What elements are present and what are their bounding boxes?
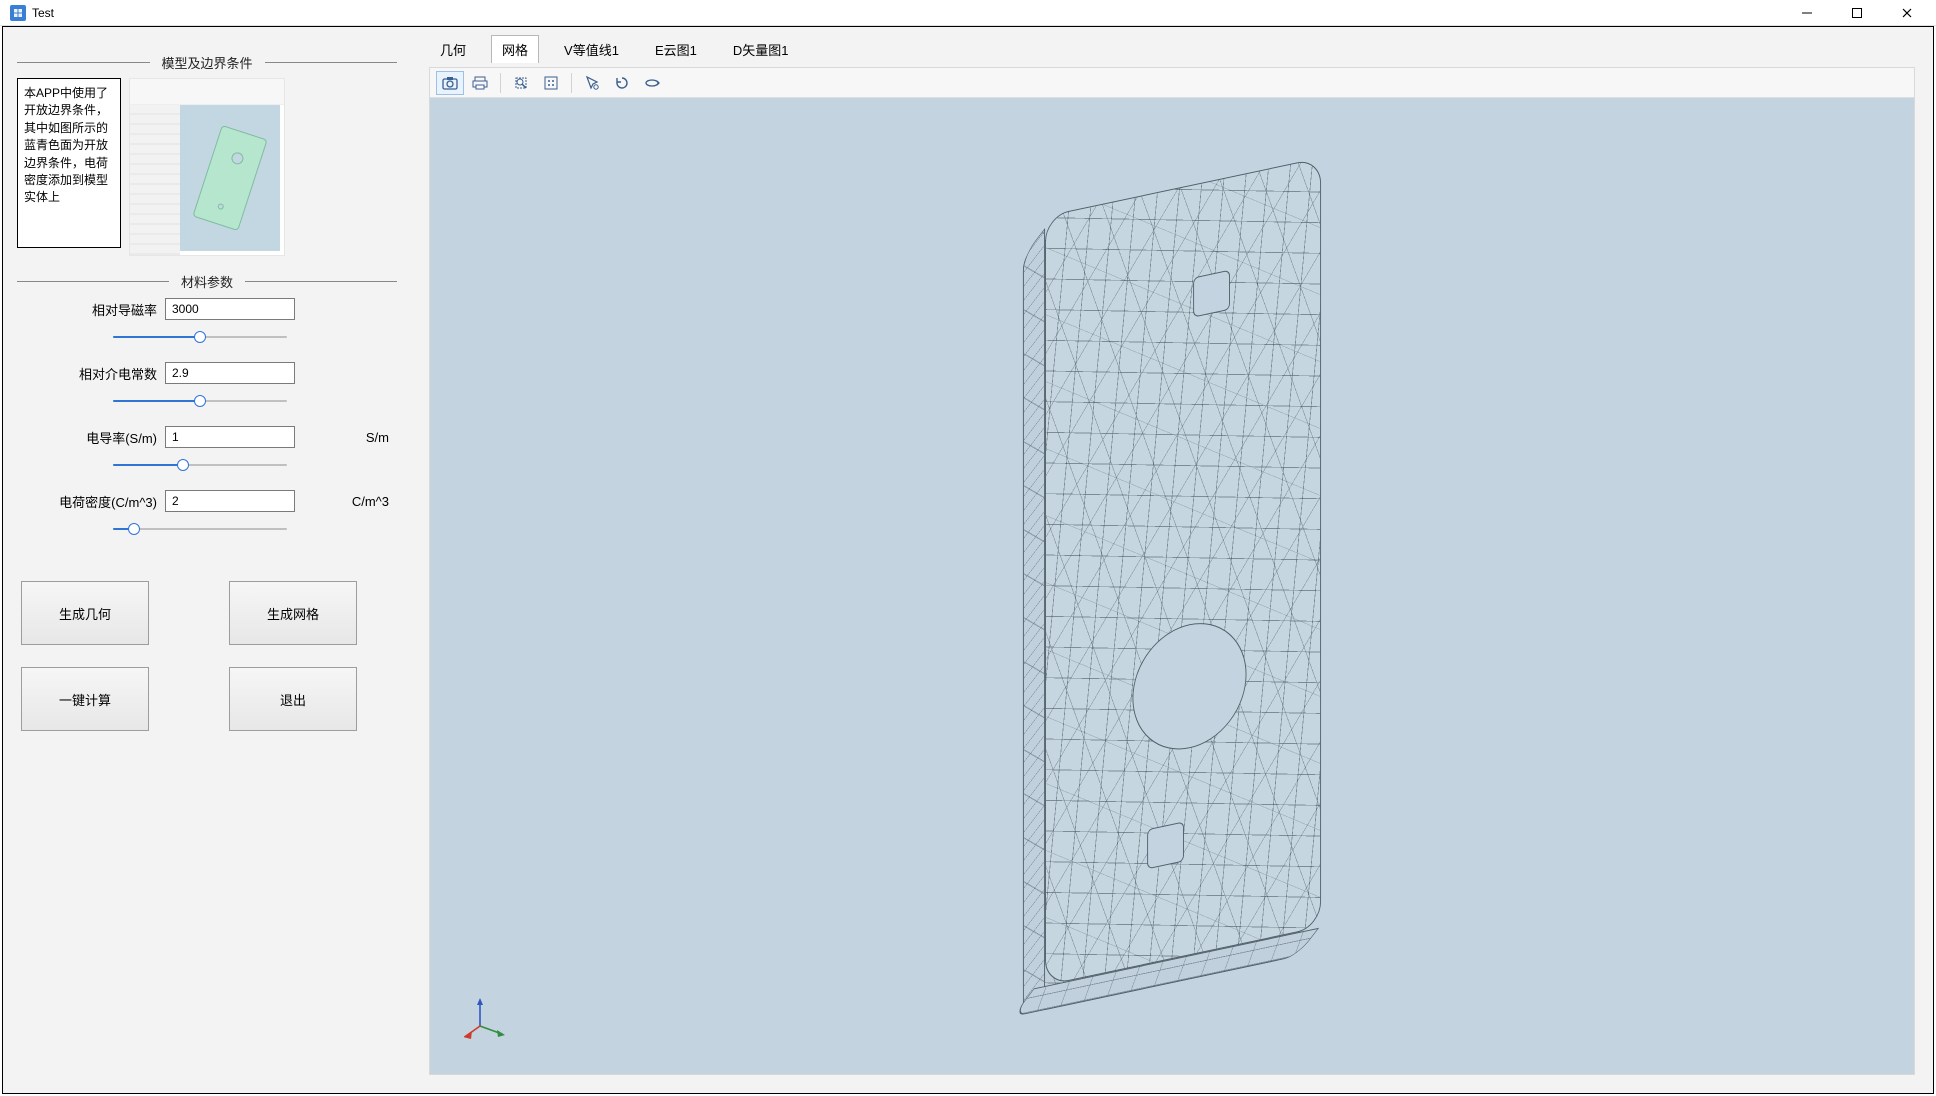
rotate-icon[interactable]	[638, 71, 666, 95]
rel-eps-input[interactable]	[165, 362, 295, 384]
generate-geometry-button[interactable]: 生成几何	[21, 581, 149, 645]
tab-geom[interactable]: 几何	[429, 35, 477, 63]
window-title: Test	[32, 6, 54, 20]
graphics-toolbar	[430, 68, 1914, 98]
toolbar-separator	[571, 73, 572, 93]
conductivity-slider[interactable]	[113, 457, 287, 473]
minimize-button[interactable]	[1782, 0, 1832, 26]
right-panel: 几何网格 V等值线1 E云图1 D矢量图1	[411, 27, 1933, 1093]
group-material-label: 材料参数	[169, 272, 245, 291]
screenshot-icon[interactable]	[436, 71, 464, 95]
mesh-model	[1022, 201, 1322, 971]
graphics-canvas	[429, 67, 1915, 1075]
group-material-params: 材料参数 相对导磁率 相对介电常数	[17, 272, 397, 547]
close-button[interactable]	[1882, 0, 1932, 26]
charge-density-slider[interactable]	[113, 521, 287, 537]
tab-dvector[interactable]: D矢量图1	[722, 35, 800, 63]
charge-density-input[interactable]	[165, 490, 295, 512]
rel-perm-label: 相对导磁率	[17, 300, 165, 319]
tab-ecloud[interactable]: E云图1	[644, 35, 708, 63]
app-icon	[10, 5, 26, 21]
tab-mesh[interactable]: 网格	[491, 35, 539, 63]
charge-density-label: 电荷密度(C/m^3)	[17, 492, 165, 511]
group-model-label: 模型及边界条件	[150, 53, 265, 72]
maximize-button[interactable]	[1832, 0, 1882, 26]
charge-density-unit: C/m^3	[352, 494, 397, 509]
titlebar: Test	[0, 0, 1936, 26]
group-model-boundary: 模型及边界条件 本APP中使用了开放边界条件，其中如图所示的蓝青色面为开放边界条…	[17, 53, 397, 256]
exit-button[interactable]: 退出	[229, 667, 357, 731]
rel-eps-slider[interactable]	[113, 393, 287, 409]
viewport-3d[interactable]	[430, 98, 1914, 1074]
rel-perm-slider[interactable]	[113, 329, 287, 345]
conductivity-label: 电导率(S/m)	[17, 428, 165, 447]
rel-perm-input[interactable]	[165, 298, 295, 320]
left-panel: 模型及边界条件 本APP中使用了开放边界条件，其中如图所示的蓝青色面为开放边界条…	[3, 27, 411, 1093]
zoom-box-icon[interactable]	[537, 71, 565, 95]
conductivity-unit: S/m	[366, 430, 397, 445]
axis-triad-icon	[464, 996, 508, 1040]
model-thumbnail	[129, 78, 285, 256]
conductivity-input[interactable]	[165, 426, 295, 448]
reset-view-icon[interactable]	[608, 71, 636, 95]
toolbar-separator	[500, 73, 501, 93]
zoom-extents-icon[interactable]	[507, 71, 535, 95]
tab-viso[interactable]: V等值线1	[553, 35, 630, 63]
generate-mesh-button[interactable]: 生成网格	[229, 581, 357, 645]
rel-eps-label: 相对介电常数	[17, 364, 165, 383]
app-frame: 模型及边界条件 本APP中使用了开放边界条件，其中如图所示的蓝青色面为开放边界条…	[2, 26, 1934, 1094]
model-description: 本APP中使用了开放边界条件，其中如图所示的蓝青色面为开放边界条件，电荷密度添加…	[17, 78, 121, 248]
view-tabbar: 几何网格 V等值线1 E云图1 D矢量图1	[411, 35, 1933, 63]
select-arrow-icon[interactable]	[578, 71, 606, 95]
print-icon[interactable]	[466, 71, 494, 95]
compute-button[interactable]: 一键计算	[21, 667, 149, 731]
